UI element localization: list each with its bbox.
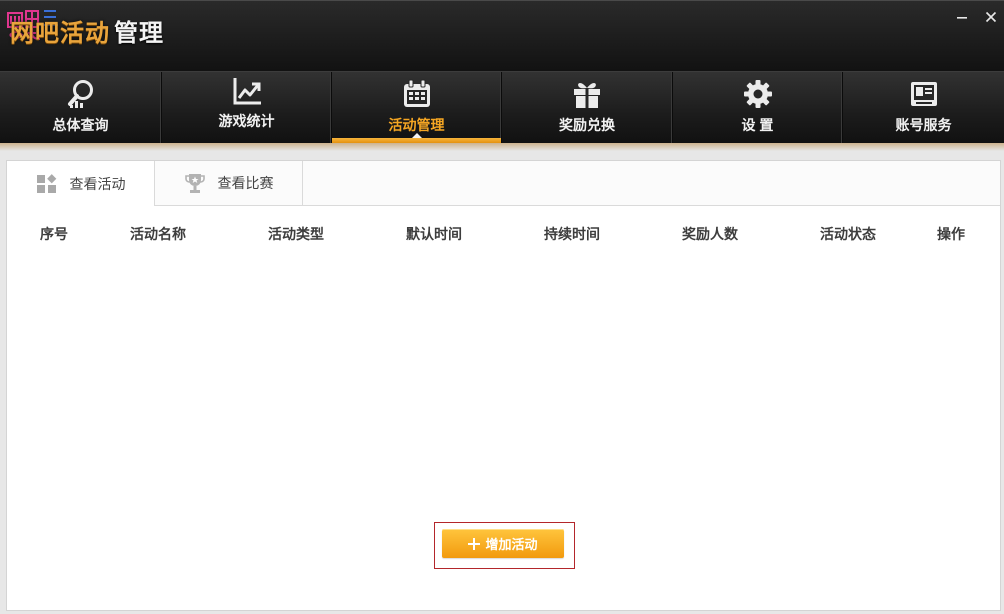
content-panel: 查看活动 查看比赛 序号 活动名称 活动类型 默认时间 持续时间 奖励人数 活动… — [6, 160, 1001, 611]
column-header-activity-type: 活动类型 — [268, 226, 324, 242]
nav-label: 游戏统计 — [218, 113, 275, 129]
nav-item-reward-exchange[interactable]: 奖励兑换 — [502, 72, 673, 144]
column-header-reward-count: 奖励人数 — [682, 226, 738, 242]
column-header-actions: 操作 — [937, 226, 965, 242]
nav-label: 设 置 — [741, 117, 774, 133]
column-header-activity-status: 活动状态 — [820, 226, 876, 242]
nav-label: 账号服务 — [895, 117, 952, 133]
nav-item-overview-query[interactable]: 总体查询 — [0, 72, 162, 144]
column-header-activity-name: 活动名称 — [130, 226, 186, 242]
plus-icon — [468, 537, 481, 550]
app-logo: 网吧活动 管理 — [10, 19, 164, 49]
column-header-duration: 持续时间 — [544, 226, 600, 242]
title-bar: 网吧活动 管理 — [0, 0, 1004, 71]
grid-icon — [36, 173, 56, 193]
main-nav: 总体查询 游戏统计 活动管理 奖励兑换 设 置 账号服务 — [0, 71, 1004, 144]
column-header-index: 序号 — [40, 226, 68, 242]
gear-icon — [743, 80, 772, 108]
tab-view-matches[interactable]: 查看比赛 — [155, 161, 303, 205]
nav-label: 总体查询 — [52, 117, 109, 133]
nav-item-game-stats[interactable]: 游戏统计 — [162, 72, 332, 144]
nav-label: 活动管理 — [388, 117, 445, 133]
nav-divider — [0, 143, 1004, 151]
gift-icon — [574, 82, 600, 108]
id-card-icon — [910, 82, 937, 106]
add-activity-label: 增加活动 — [485, 537, 538, 552]
tab-view-activities[interactable]: 查看活动 — [7, 161, 155, 206]
tab-label: 查看活动 — [69, 175, 126, 192]
nav-item-activity-management[interactable]: 活动管理 — [332, 72, 502, 144]
minimize-icon[interactable] — [954, 9, 970, 25]
app-title-accent: 网吧活动 — [10, 20, 110, 47]
line-chart-icon — [233, 78, 261, 105]
close-icon[interactable] — [983, 9, 999, 25]
tab-bar: 查看活动 查看比赛 — [7, 161, 1000, 206]
app-title-main: 管理 — [114, 20, 164, 47]
search-chart-icon — [67, 80, 93, 108]
nav-item-account-service[interactable]: 账号服务 — [843, 72, 1004, 144]
trophy-icon — [184, 174, 205, 193]
column-header-default-time: 默认时间 — [406, 226, 462, 242]
tab-label: 查看比赛 — [217, 175, 274, 191]
nav-label: 奖励兑换 — [559, 117, 615, 133]
table-header: 序号 活动名称 活动类型 默认时间 持续时间 奖励人数 活动状态 操作 — [7, 206, 1000, 262]
add-activity-button[interactable]: 增加活动 — [442, 529, 564, 558]
calendar-icon — [403, 79, 430, 107]
nav-item-settings[interactable]: 设 置 — [673, 72, 843, 144]
